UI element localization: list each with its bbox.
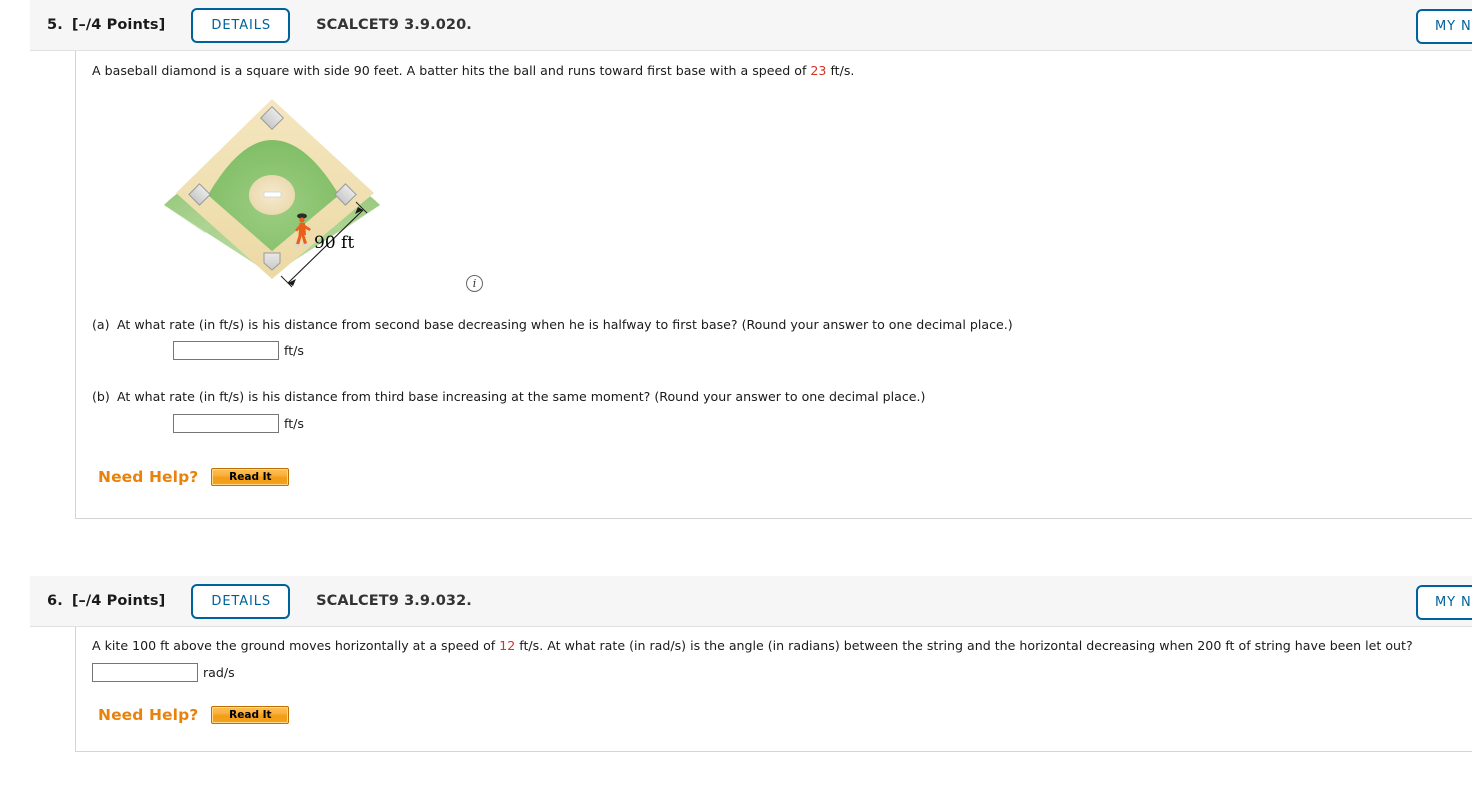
answer-row-b: ft/s: [76, 413, 1472, 433]
my-notes-button-5[interactable]: MY NOTES: [1416, 9, 1472, 44]
question-number-5: 5.: [47, 17, 63, 33]
prompt-text-post-6: ft/s. At what rate (in rad/s) is the ang…: [515, 638, 1413, 653]
answer-row-a: ft/s: [76, 341, 1472, 361]
question-block-6: 6. [–/4 Points] DETAILS SCALCET9 3.9.032…: [30, 576, 1472, 752]
question-prompt-5: A baseball diamond is a square with side…: [76, 51, 1472, 79]
part-label-a: (a): [92, 317, 110, 332]
prompt-text-post-5: ft/s.: [826, 63, 855, 78]
pitchers-rubber: [263, 191, 282, 198]
info-icon[interactable]: i: [466, 275, 483, 292]
question-block-5: 5. [–/4 Points] DETAILS SCALCET9 3.9.020…: [30, 0, 1472, 519]
question-code-6: SCALCET9 3.9.032.: [316, 593, 472, 609]
part-text-a: At what rate (in ft/s) is his distance f…: [117, 317, 1013, 332]
question-body-6: A kite 100 ft above the ground moves hor…: [75, 627, 1472, 752]
baseball-diamond-svg: [164, 99, 380, 288]
my-notes-button-6[interactable]: MY NOTES: [1416, 585, 1472, 620]
question-header-6: 6. [–/4 Points] DETAILS SCALCET9 3.9.032…: [30, 576, 1472, 627]
prompt-highlight-value-6: 12: [499, 638, 516, 653]
answer-input-a[interactable]: [173, 341, 279, 361]
read-it-button-6[interactable]: Read It: [211, 706, 290, 724]
need-help-label-6: Need Help?: [98, 706, 199, 724]
answer-row-6: rad/s: [76, 663, 1472, 682]
question-points-6: [–/4 Points]: [71, 593, 166, 609]
answer-input-b[interactable]: [173, 413, 279, 433]
answer-unit-b: ft/s: [284, 415, 304, 431]
question-header-5: 5. [–/4 Points] DETAILS SCALCET9 3.9.020…: [30, 0, 1472, 51]
question-part-b: (b) At what rate (in ft/s) is his distan…: [76, 389, 1472, 405]
question-points-5: [–/4 Points]: [71, 17, 166, 33]
need-help-row-6: Need Help? Read It: [76, 706, 1472, 724]
baseball-diamond-figure: 90 ft i: [156, 85, 483, 300]
need-help-row-5: Need Help? Read It: [76, 467, 1472, 486]
read-it-button-5[interactable]: Read It: [211, 467, 290, 486]
prompt-text-pre-6: A kite 100 ft above the ground moves hor…: [92, 638, 500, 653]
answer-input-6[interactable]: [92, 663, 198, 682]
question-body-5: A baseball diamond is a square with side…: [75, 51, 1472, 519]
details-button-5[interactable]: DETAILS: [191, 7, 291, 43]
prompt-highlight-value-5: 23: [810, 63, 827, 78]
question-prompt-6: A kite 100 ft above the ground moves hor…: [76, 627, 1472, 654]
dimension-label-90ft: 90 ft: [314, 233, 355, 253]
details-button-6[interactable]: DETAILS: [191, 583, 291, 619]
question-number-6: 6.: [47, 593, 63, 609]
question-code-5: SCALCET9 3.9.020.: [316, 17, 472, 33]
need-help-label-5: Need Help?: [98, 467, 199, 486]
question-part-a: (a) At what rate (in ft/s) is his distan…: [76, 317, 1472, 333]
answer-unit-6: rad/s: [203, 665, 235, 680]
part-label-b: (b): [92, 389, 110, 405]
prompt-text-pre-5: A baseball diamond is a square with side…: [92, 63, 811, 78]
part-text-b: At what rate (in ft/s) is his distance f…: [117, 389, 926, 405]
answer-unit-a: ft/s: [284, 343, 304, 359]
